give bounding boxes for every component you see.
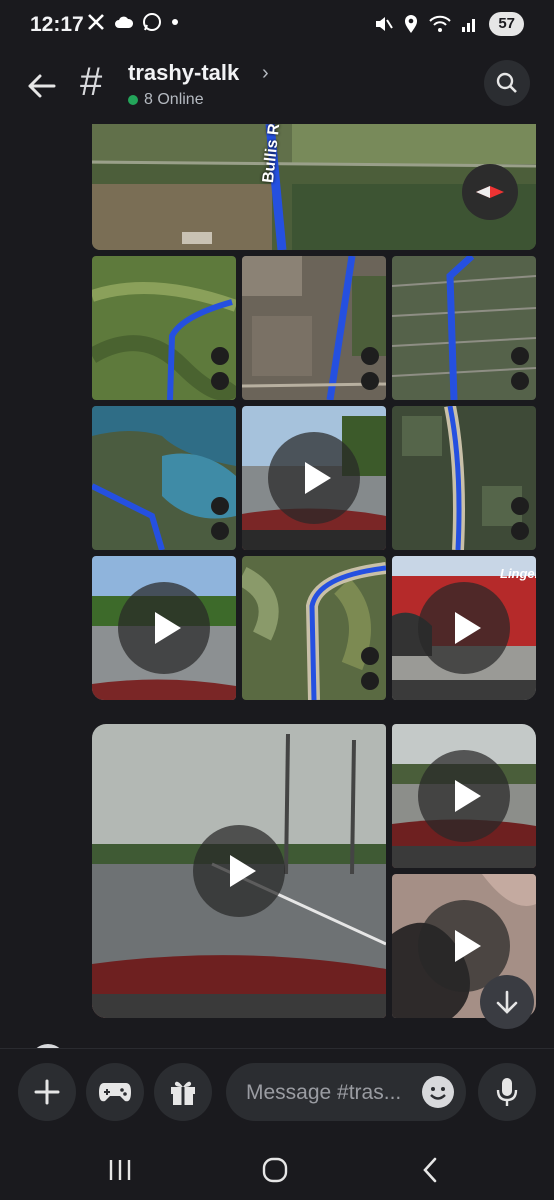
map-image-5[interactable] [392,406,536,550]
search-icon [496,72,517,93]
whatsapp-icon [143,13,161,31]
play-button[interactable] [418,582,510,674]
gift-button[interactable] [154,1063,212,1121]
message-composer [0,1048,554,1139]
gamepad-icon [99,1083,131,1102]
location-icon [405,15,418,33]
x-icon [88,14,104,30]
chevron-right-icon[interactable]: › [262,62,269,85]
recents-icon [109,1160,131,1180]
clock: 12:17 [30,13,84,36]
microphone-icon [496,1078,518,1106]
map-image-1[interactable] [92,256,236,400]
online-status: 8 Online [128,91,204,109]
arrow-down-icon [496,990,518,1014]
message-input-container [226,1063,466,1123]
video-thumbnail-2[interactable] [92,556,236,700]
channel-hash-icon: # [80,60,103,104]
play-button[interactable] [193,825,285,917]
system-icons: 57 [373,12,524,36]
video-thumbnail-1[interactable] [242,406,386,550]
online-dot [128,95,138,105]
home-button[interactable] [255,1150,295,1190]
battery-indicator: 57 [489,12,524,36]
voice-message-button[interactable] [478,1063,536,1121]
back-button[interactable] [22,66,62,106]
system-navigation-bar [0,1138,554,1200]
play-button[interactable] [118,582,210,674]
map-image-3[interactable] [392,256,536,400]
activities-button[interactable] [86,1063,144,1121]
add-attachment-button[interactable] [18,1063,76,1121]
status-bar: 12:17 57 [0,0,554,52]
notification-icons [86,12,180,32]
map-image [92,256,236,400]
smile-icon [430,1087,446,1100]
play-button[interactable] [418,750,510,842]
home-icon [262,1157,288,1183]
message-list[interactable]: Bullis Rd Linger [0,124,554,1048]
video-thumbnail-4[interactable] [92,724,386,1018]
map-image [92,406,236,550]
map-image-4[interactable] [92,406,236,550]
system-back-button[interactable] [410,1150,450,1190]
search-button[interactable] [484,60,530,106]
map-image-large[interactable]: Bullis Rd [92,124,536,250]
jump-to-bottom-button[interactable] [480,975,534,1029]
map-image [392,256,536,400]
sign-text: Linger [500,566,536,581]
mute-icon [376,17,394,31]
signal-icon [462,19,476,32]
recent-apps-button[interactable] [100,1150,140,1190]
dot-icon [172,19,178,25]
arrow-left-icon [28,74,56,98]
map-image [242,256,386,400]
plus-icon [34,1079,60,1105]
map-image [242,556,386,700]
map-image [92,124,536,250]
play-button[interactable] [268,432,360,524]
video-thumbnail-3[interactable]: Linger [392,556,536,700]
emoji-button[interactable] [422,1076,454,1108]
online-count: 8 Online [144,91,204,108]
channel-name[interactable]: trashy-talk [128,60,239,86]
gift-icon [171,1081,195,1105]
wifi-icon [429,15,452,32]
message-input[interactable] [244,1063,416,1123]
map-image [392,406,536,550]
map-image-6[interactable] [242,556,386,700]
chevron-left-icon [423,1157,437,1183]
cloud-icon [115,16,134,28]
map-image-2[interactable] [242,256,386,400]
channel-header: # trashy-talk › 8 Online [0,52,554,125]
video-thumbnail-5[interactable] [392,724,536,868]
